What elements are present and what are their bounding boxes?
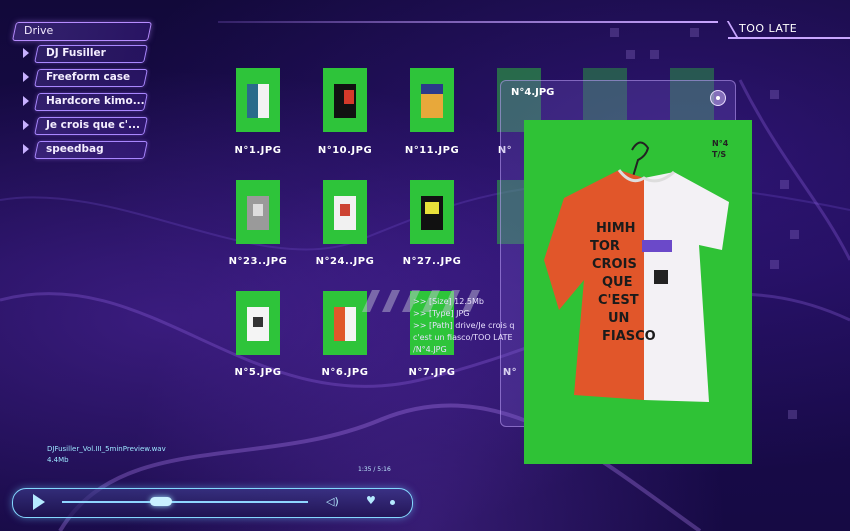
file-info-path: >> [Path] drive/Je crois q [413,321,515,330]
thumbnail-image[interactable] [236,291,280,355]
svg-text:HIMH: HIMH [596,221,636,236]
svg-text:CROIS: CROIS [592,257,637,272]
file-info-type: >> [Type] JPG [413,309,470,318]
thumbnail-image[interactable] [410,180,454,244]
thumbnail-image[interactable] [236,180,280,244]
sidebar-drive-label: Drive [24,24,54,37]
page-title: TOO LATE [739,22,798,35]
sidebar-folder-label: Hardcore kimo... [46,95,145,107]
track-size: 4.4Mb [47,456,69,464]
preview-image: HIMH TOR CROIS QUE C'EST UN FIASCO [524,120,752,464]
decor-square [788,410,797,419]
heart-icon[interactable]: ♥ [366,494,376,507]
track-name: DJFusiller_Vol.III_5minPreview.wav [47,445,166,453]
decor-square [626,50,635,59]
close-icon[interactable] [710,90,726,106]
header-line [218,21,718,23]
chevron-right-icon[interactable] [23,48,29,58]
decor-square [770,90,779,99]
progress-track[interactable] [62,501,308,503]
preview-title: N°4.JPG [511,87,555,98]
audio-player [12,488,413,518]
svg-text:FIASCO: FIASCO [602,329,656,344]
decor-square [650,50,659,59]
file-info-size: >> [Size] 12.5Mb [413,297,484,306]
preview-tag: N°4 T/S [712,138,728,160]
thumbnail-label: N°5.JPG [234,367,282,378]
thumbnail-image[interactable] [410,68,454,132]
svg-text:C'EST: C'EST [598,293,639,308]
chevron-right-icon[interactable] [23,72,29,82]
preview-tag-line: T/S [712,150,727,159]
play-icon[interactable] [33,494,45,510]
sidebar-folder-label: DJ Fusiller [46,47,106,59]
sidebar-folder-label: Freeform case [46,71,131,83]
header-line-right [728,37,850,39]
file-info-path: c'est un fiasco/TOO LATE [413,333,513,342]
decor-square [690,28,699,37]
preview-tag-line: N°4 [712,139,729,148]
decor-square [610,28,619,37]
svg-text:UN: UN [608,311,629,326]
file-info: >> [Size] 12.5Mb >> [Type] JPG >> [Path]… [413,296,515,356]
sidebar-folder-label: Je crois que c'... [46,119,140,131]
thumbnail-label: N°11.JPG [404,145,460,156]
decor-square [770,260,779,269]
thumbnail-label: N°24..JPG [315,256,375,267]
decor-square [780,180,789,189]
chevron-right-icon[interactable] [23,120,29,130]
thumbnail-image[interactable] [323,180,367,244]
thumbnail-label: N°6.JPG [321,367,369,378]
volume-icon[interactable]: ◁) [326,495,339,508]
thumbnail-label: N°23..JPG [228,256,288,267]
chevron-right-icon[interactable] [23,144,29,154]
svg-text:TOR: TOR [590,239,620,254]
thumbnail-label: N°27..JPG [402,256,462,267]
progress-knob[interactable] [150,497,172,506]
chevron-right-icon[interactable] [23,96,29,106]
file-info-path: /N°4.JPG [413,345,447,354]
tshirt-image: HIMH TOR CROIS QUE C'EST UN FIASCO [544,141,729,402]
decor-square [790,230,799,239]
thumbnail-label: N°7.JPG [408,367,456,378]
thumbnail-image[interactable] [236,68,280,132]
thumbnail-label: N°10.JPG [317,145,373,156]
menu-dot-icon[interactable] [390,500,395,505]
sidebar-folder-label: speedbag [46,143,104,155]
time-readout: 1:35 / 5:16 [358,466,391,473]
thumbnail-label: N°1.JPG [234,145,282,156]
svg-text:QUE: QUE [602,275,633,290]
thumbnail-image[interactable] [323,68,367,132]
